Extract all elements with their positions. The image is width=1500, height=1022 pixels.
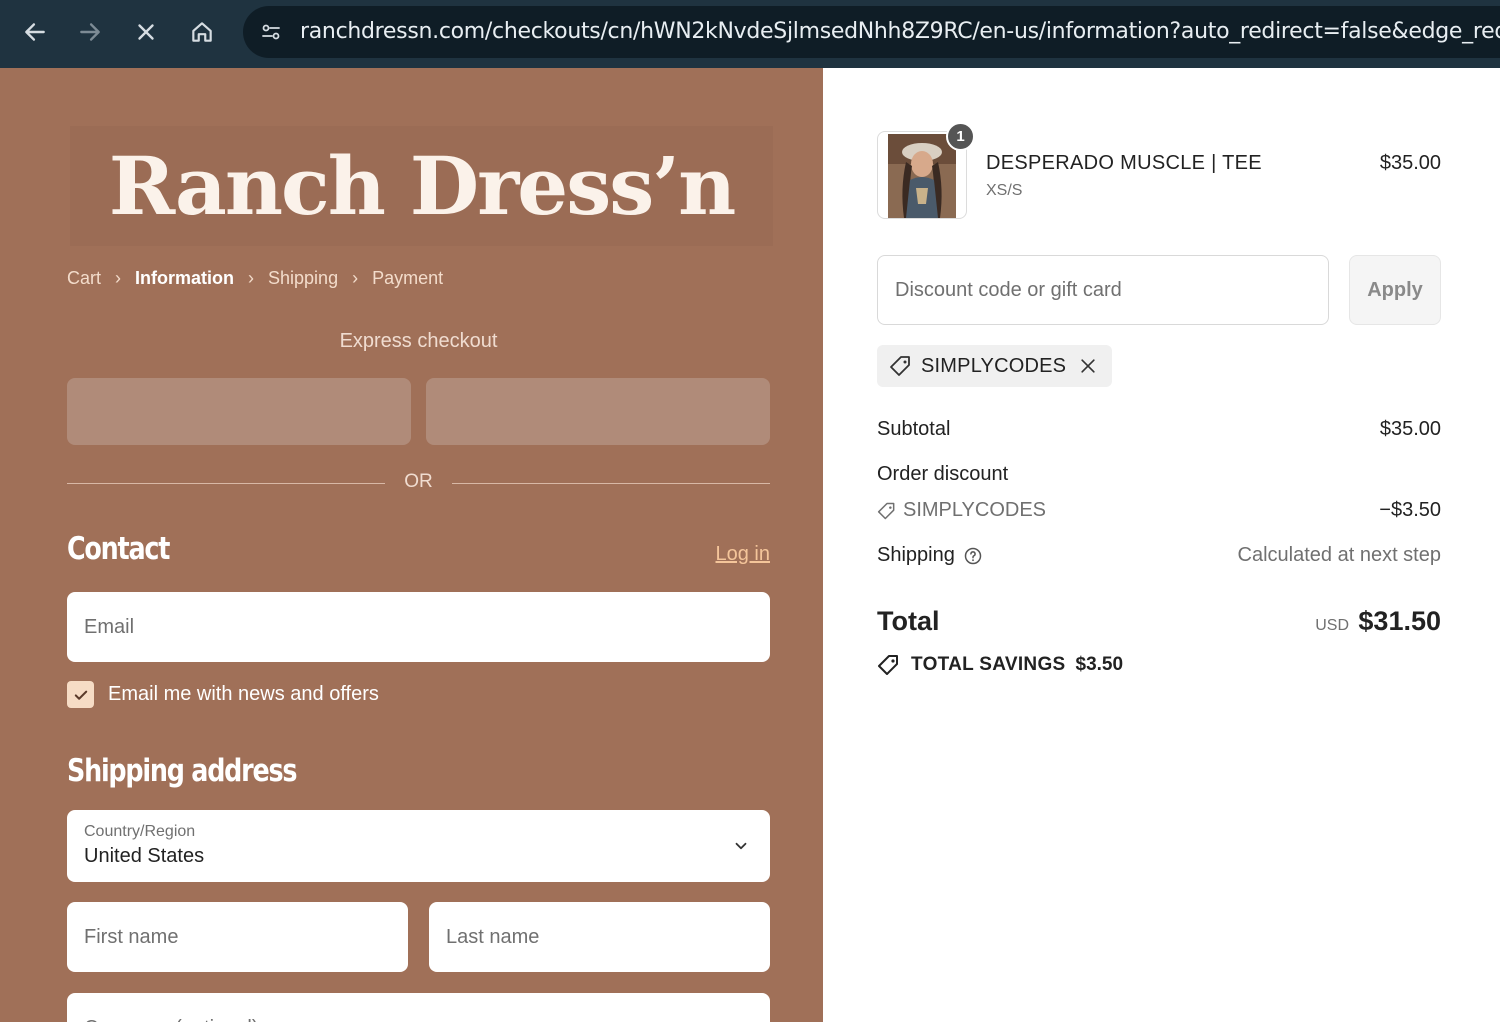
discount-code-row: SIMPLYCODES −$3.50 <box>877 499 1441 529</box>
product-variant: XS/S <box>986 182 1023 199</box>
login-link[interactable]: Log in <box>716 543 771 566</box>
express-checkout-title: Express checkout <box>339 330 498 352</box>
discount-field-wrapper <box>877 255 1329 325</box>
express-pay-button-2[interactable] <box>426 378 770 445</box>
store-logo[interactable]: Ranch Dress’n <box>70 126 773 246</box>
close-icon <box>138 24 154 40</box>
email-field[interactable] <box>67 592 770 662</box>
company-field[interactable] <box>67 993 770 1022</box>
chevron-right-icon: › <box>248 268 255 288</box>
country-label: Country/Region <box>84 823 196 840</box>
chevron-right-icon: › <box>115 268 122 288</box>
product-image <box>888 134 956 218</box>
order-discount-label: Order discount <box>877 463 1009 485</box>
total-value: $31.50 <box>1358 606 1441 636</box>
shipping-label-group: Shipping <box>877 544 983 567</box>
site-settings-icon[interactable] <box>253 14 289 50</box>
last-name-field-wrapper <box>429 902 770 972</box>
chevron-right-icon: › <box>352 268 359 288</box>
product-name: DESPERADO MUSCLE | TEE <box>986 152 1262 174</box>
last-name-field[interactable] <box>429 902 770 972</box>
product-thumbnail: 1 <box>877 122 975 219</box>
home-button[interactable] <box>180 10 224 54</box>
arrow-left-icon <box>25 23 45 41</box>
or-text: OR <box>404 471 433 492</box>
apply-discount-button[interactable]: Apply <box>1349 255 1441 325</box>
checkout-form-panel: Ranch Dress’n Cart › Information › Shipp… <box>0 68 823 1022</box>
express-pay-button-1[interactable] <box>67 378 411 445</box>
breadcrumb-information: Information <box>135 268 235 288</box>
subtotal-row: Subtotal $35.00 <box>877 418 1441 448</box>
newsletter-option[interactable]: Email me with news and offers <box>67 681 379 708</box>
total-savings: TOTAL SAVINGS $3.50 <box>877 653 1123 677</box>
order-summary-panel: 1 DESPERADO MUSCLE | TEE XS/S $35.00 App… <box>823 68 1500 1022</box>
discount-code-line: SIMPLYCODES <box>877 499 1046 522</box>
order-discount-row: Order discount <box>877 463 1441 493</box>
or-divider: OR <box>67 471 770 495</box>
product-price: $35.00 <box>1379 152 1441 174</box>
stop-loading-button[interactable] <box>124 10 168 54</box>
arrow-right-icon <box>80 23 100 41</box>
browser-toolbar: ranchdressn.com/checkouts/cn/hWN2kNvdeSj… <box>0 0 1500 68</box>
subtotal-value: $35.00 <box>1379 418 1441 440</box>
country-select[interactable]: Country/Region United States <box>67 810 770 882</box>
tag-icon <box>877 502 895 519</box>
discount-code-name: SIMPLYCODES <box>903 499 1046 521</box>
first-name-field[interactable] <box>67 902 408 972</box>
discount-value: −$3.50 <box>1379 499 1441 521</box>
forward-button[interactable] <box>68 10 112 54</box>
company-field-wrapper <box>67 993 770 1022</box>
tag-icon <box>878 655 898 675</box>
back-button[interactable] <box>13 10 57 54</box>
breadcrumb-shipping: Shipping <box>268 268 339 288</box>
savings-value: $3.50 <box>1075 654 1124 675</box>
contact-heading: Contact <box>67 531 170 567</box>
total-label: Total <box>877 606 940 636</box>
total-currency: USD <box>1315 617 1349 634</box>
shipping-label: Shipping <box>877 544 955 566</box>
first-name-field-wrapper <box>67 902 408 972</box>
remove-discount-icon[interactable] <box>1078 356 1098 376</box>
discount-code-input[interactable] <box>878 256 1328 324</box>
checkmark-icon <box>74 690 87 700</box>
tag-icon <box>890 356 910 376</box>
newsletter-label[interactable]: Email me with news and offers <box>108 683 379 706</box>
shipping-address-heading: Shipping address <box>67 753 298 789</box>
subtotal-label: Subtotal <box>877 418 951 440</box>
home-icon <box>192 22 212 42</box>
logo-text: Ranch Dress’n <box>108 139 737 233</box>
breadcrumb-payment: Payment <box>372 268 444 288</box>
savings-label: TOTAL SAVINGS <box>911 654 1066 675</box>
address-bar[interactable]: ranchdressn.com/checkouts/cn/hWN2kNvdeSj… <box>243 6 1500 58</box>
shipping-row: Shipping Calculated at next step <box>877 544 1441 574</box>
newsletter-checkbox[interactable] <box>67 681 94 708</box>
applied-discount-chip: SIMPLYCODES <box>877 345 1113 387</box>
url-text[interactable]: ranchdressn.com/checkouts/cn/hWN2kNvdeSj… <box>300 19 1500 44</box>
breadcrumb: Cart › Information › Shipping › Payment <box>67 268 443 289</box>
breadcrumb-cart[interactable]: Cart <box>67 268 101 289</box>
quantity-badge: 1 <box>946 122 975 151</box>
chevron-down-icon <box>735 842 747 850</box>
email-field-wrapper <box>67 592 770 662</box>
country-value: United States <box>84 845 205 867</box>
applied-code-label: SIMPLYCODES <box>921 354 1067 377</box>
shipping-value: Calculated at next step <box>1237 544 1441 566</box>
help-icon[interactable] <box>963 546 983 566</box>
